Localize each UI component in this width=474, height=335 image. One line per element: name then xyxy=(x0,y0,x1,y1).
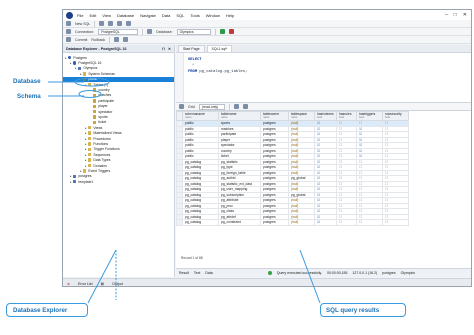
results-connector xyxy=(299,249,321,304)
schema-highlight-ring xyxy=(78,90,102,98)
explorer-connector-diag xyxy=(87,249,117,304)
annotation-connectors xyxy=(48,77,321,304)
